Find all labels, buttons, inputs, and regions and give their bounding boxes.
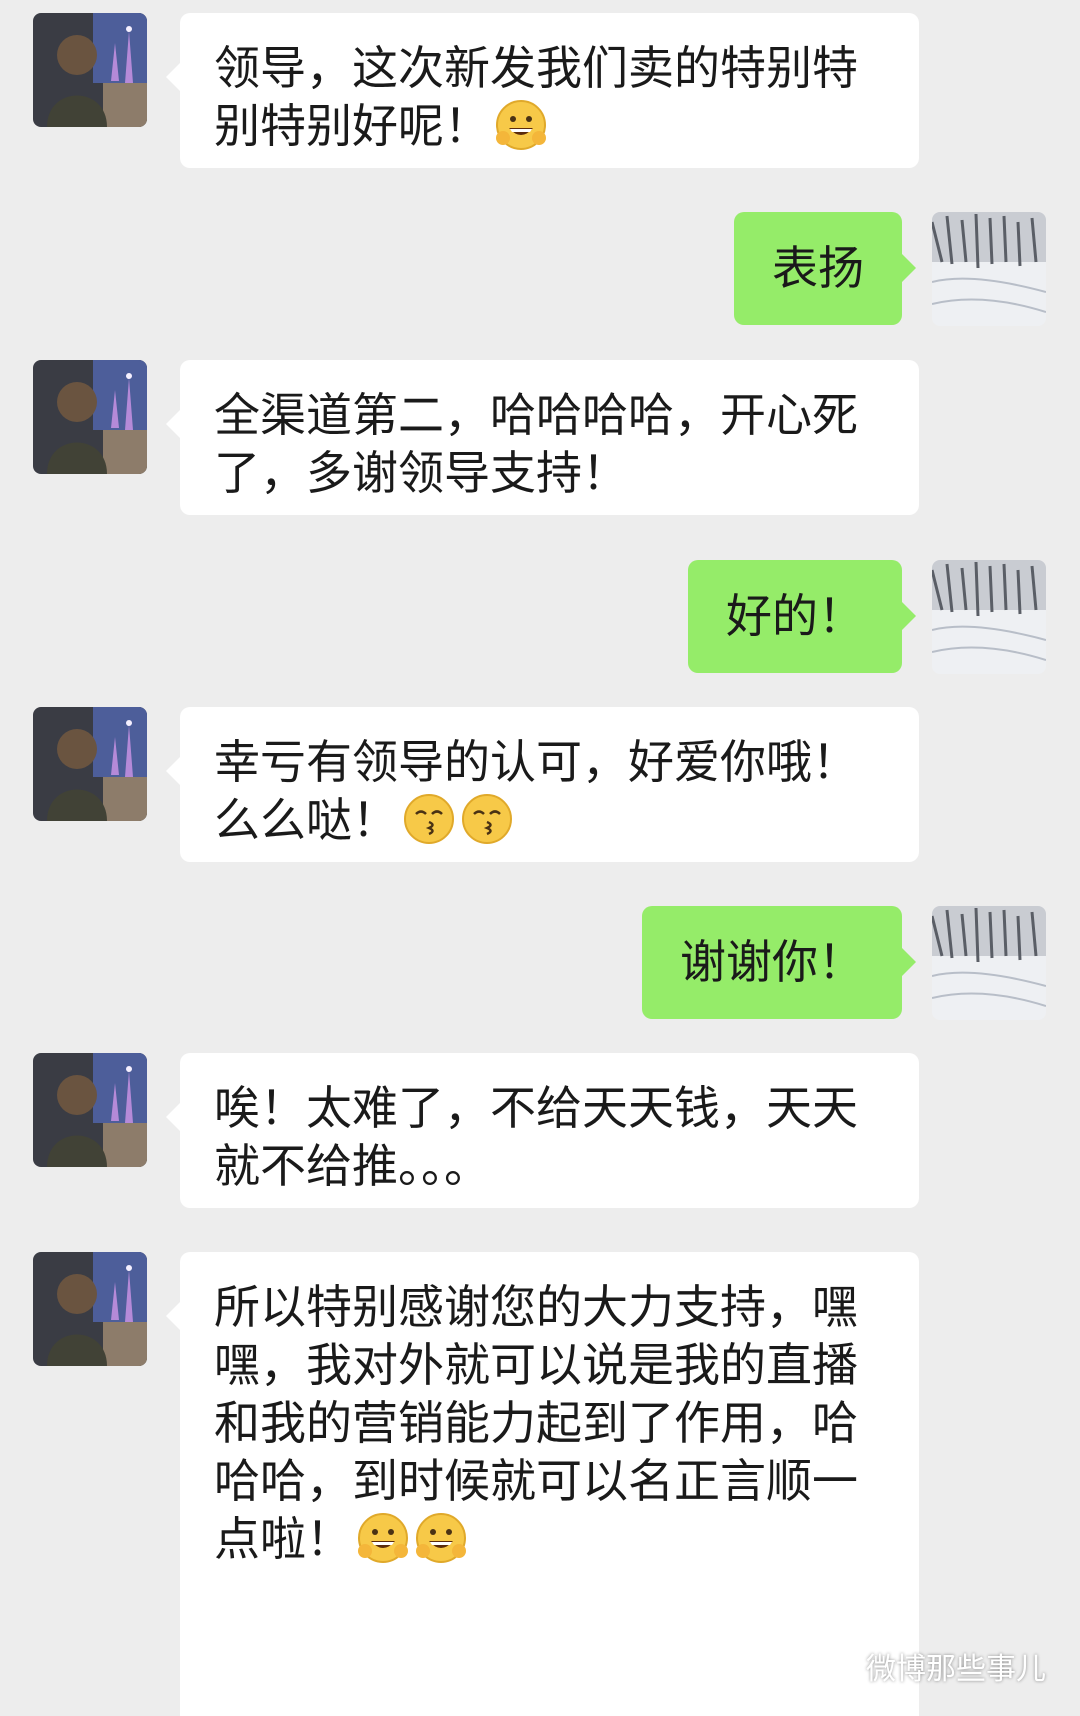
message-text: 所以特别感谢您的大力支持，嘿嘿，我对外就可以说是我的直播和我的营销能力起到了作用… [214, 1280, 858, 1566]
grinning-hands-emoji-icon [414, 1511, 468, 1565]
message-text: 好的！ [726, 589, 864, 643]
contact-avatar[interactable] [33, 707, 147, 821]
kissing-face-emoji-icon [402, 792, 456, 846]
self-avatar[interactable] [932, 560, 1046, 674]
contact-avatar[interactable] [33, 13, 147, 127]
message-bubble-incoming[interactable]: 全渠道第二，哈哈哈哈，开心死了，多谢领导支持！ [166, 360, 919, 515]
contact-avatar[interactable] [33, 360, 147, 474]
castle-photo-avatar-icon [33, 13, 147, 127]
message-bubble-incoming[interactable]: 领导，这次新发我们卖的特别特别特别好呢！ [166, 13, 919, 168]
castle-photo-avatar-icon [33, 707, 147, 821]
message-bubble-outgoing[interactable]: 好的！ [688, 560, 916, 673]
message-bubble-outgoing[interactable]: 谢谢你！ [642, 906, 916, 1019]
message-bubble-outgoing[interactable]: 表扬 [734, 212, 916, 325]
message-text: 唉！太难了，不给天天钱，天天就不给推。。。 [214, 1081, 858, 1193]
snow-forest-avatar-icon [932, 212, 1046, 326]
grinning-hands-emoji-icon [494, 98, 548, 152]
message-bubble-incoming[interactable]: 幸亏有领导的认可，好爱你哦！么么哒！ [166, 707, 919, 862]
castle-photo-avatar-icon [33, 360, 147, 474]
message-text: 全渠道第二，哈哈哈哈，开心死了，多谢领导支持！ [214, 388, 858, 500]
castle-photo-avatar-icon [33, 1252, 147, 1366]
snow-forest-avatar-icon [932, 560, 1046, 674]
chat-thread: 领导，这次新发我们卖的特别特别特别好呢！ 表扬 全渠道第二，哈哈哈哈，开心死了，… [0, 0, 1080, 1716]
contact-avatar[interactable] [33, 1053, 147, 1167]
message-text: 表扬 [772, 241, 864, 295]
grinning-hands-emoji-icon [356, 1511, 410, 1565]
weibo-logo-icon [814, 1652, 856, 1683]
weibo-watermark: 微博那些事儿 [814, 1644, 1046, 1688]
watermark-text: 微博那些事儿 [866, 1652, 1046, 1687]
kissing-face-emoji-icon [460, 792, 514, 846]
self-avatar[interactable] [932, 212, 1046, 326]
message-bubble-incoming[interactable]: 唉！太难了，不给天天钱，天天就不给推。。。 [166, 1053, 919, 1208]
message-text: 谢谢你！ [680, 935, 864, 989]
self-avatar[interactable] [932, 906, 1046, 1020]
castle-photo-avatar-icon [33, 1053, 147, 1167]
message-text: 幸亏有领导的认可，好爱你哦！么么哒！ [214, 735, 858, 847]
snow-forest-avatar-icon [932, 906, 1046, 1020]
message-bubble-incoming[interactable]: 所以特别感谢您的大力支持，嘿嘿，我对外就可以说是我的直播和我的营销能力起到了作用… [166, 1252, 919, 1716]
contact-avatar[interactable] [33, 1252, 147, 1366]
